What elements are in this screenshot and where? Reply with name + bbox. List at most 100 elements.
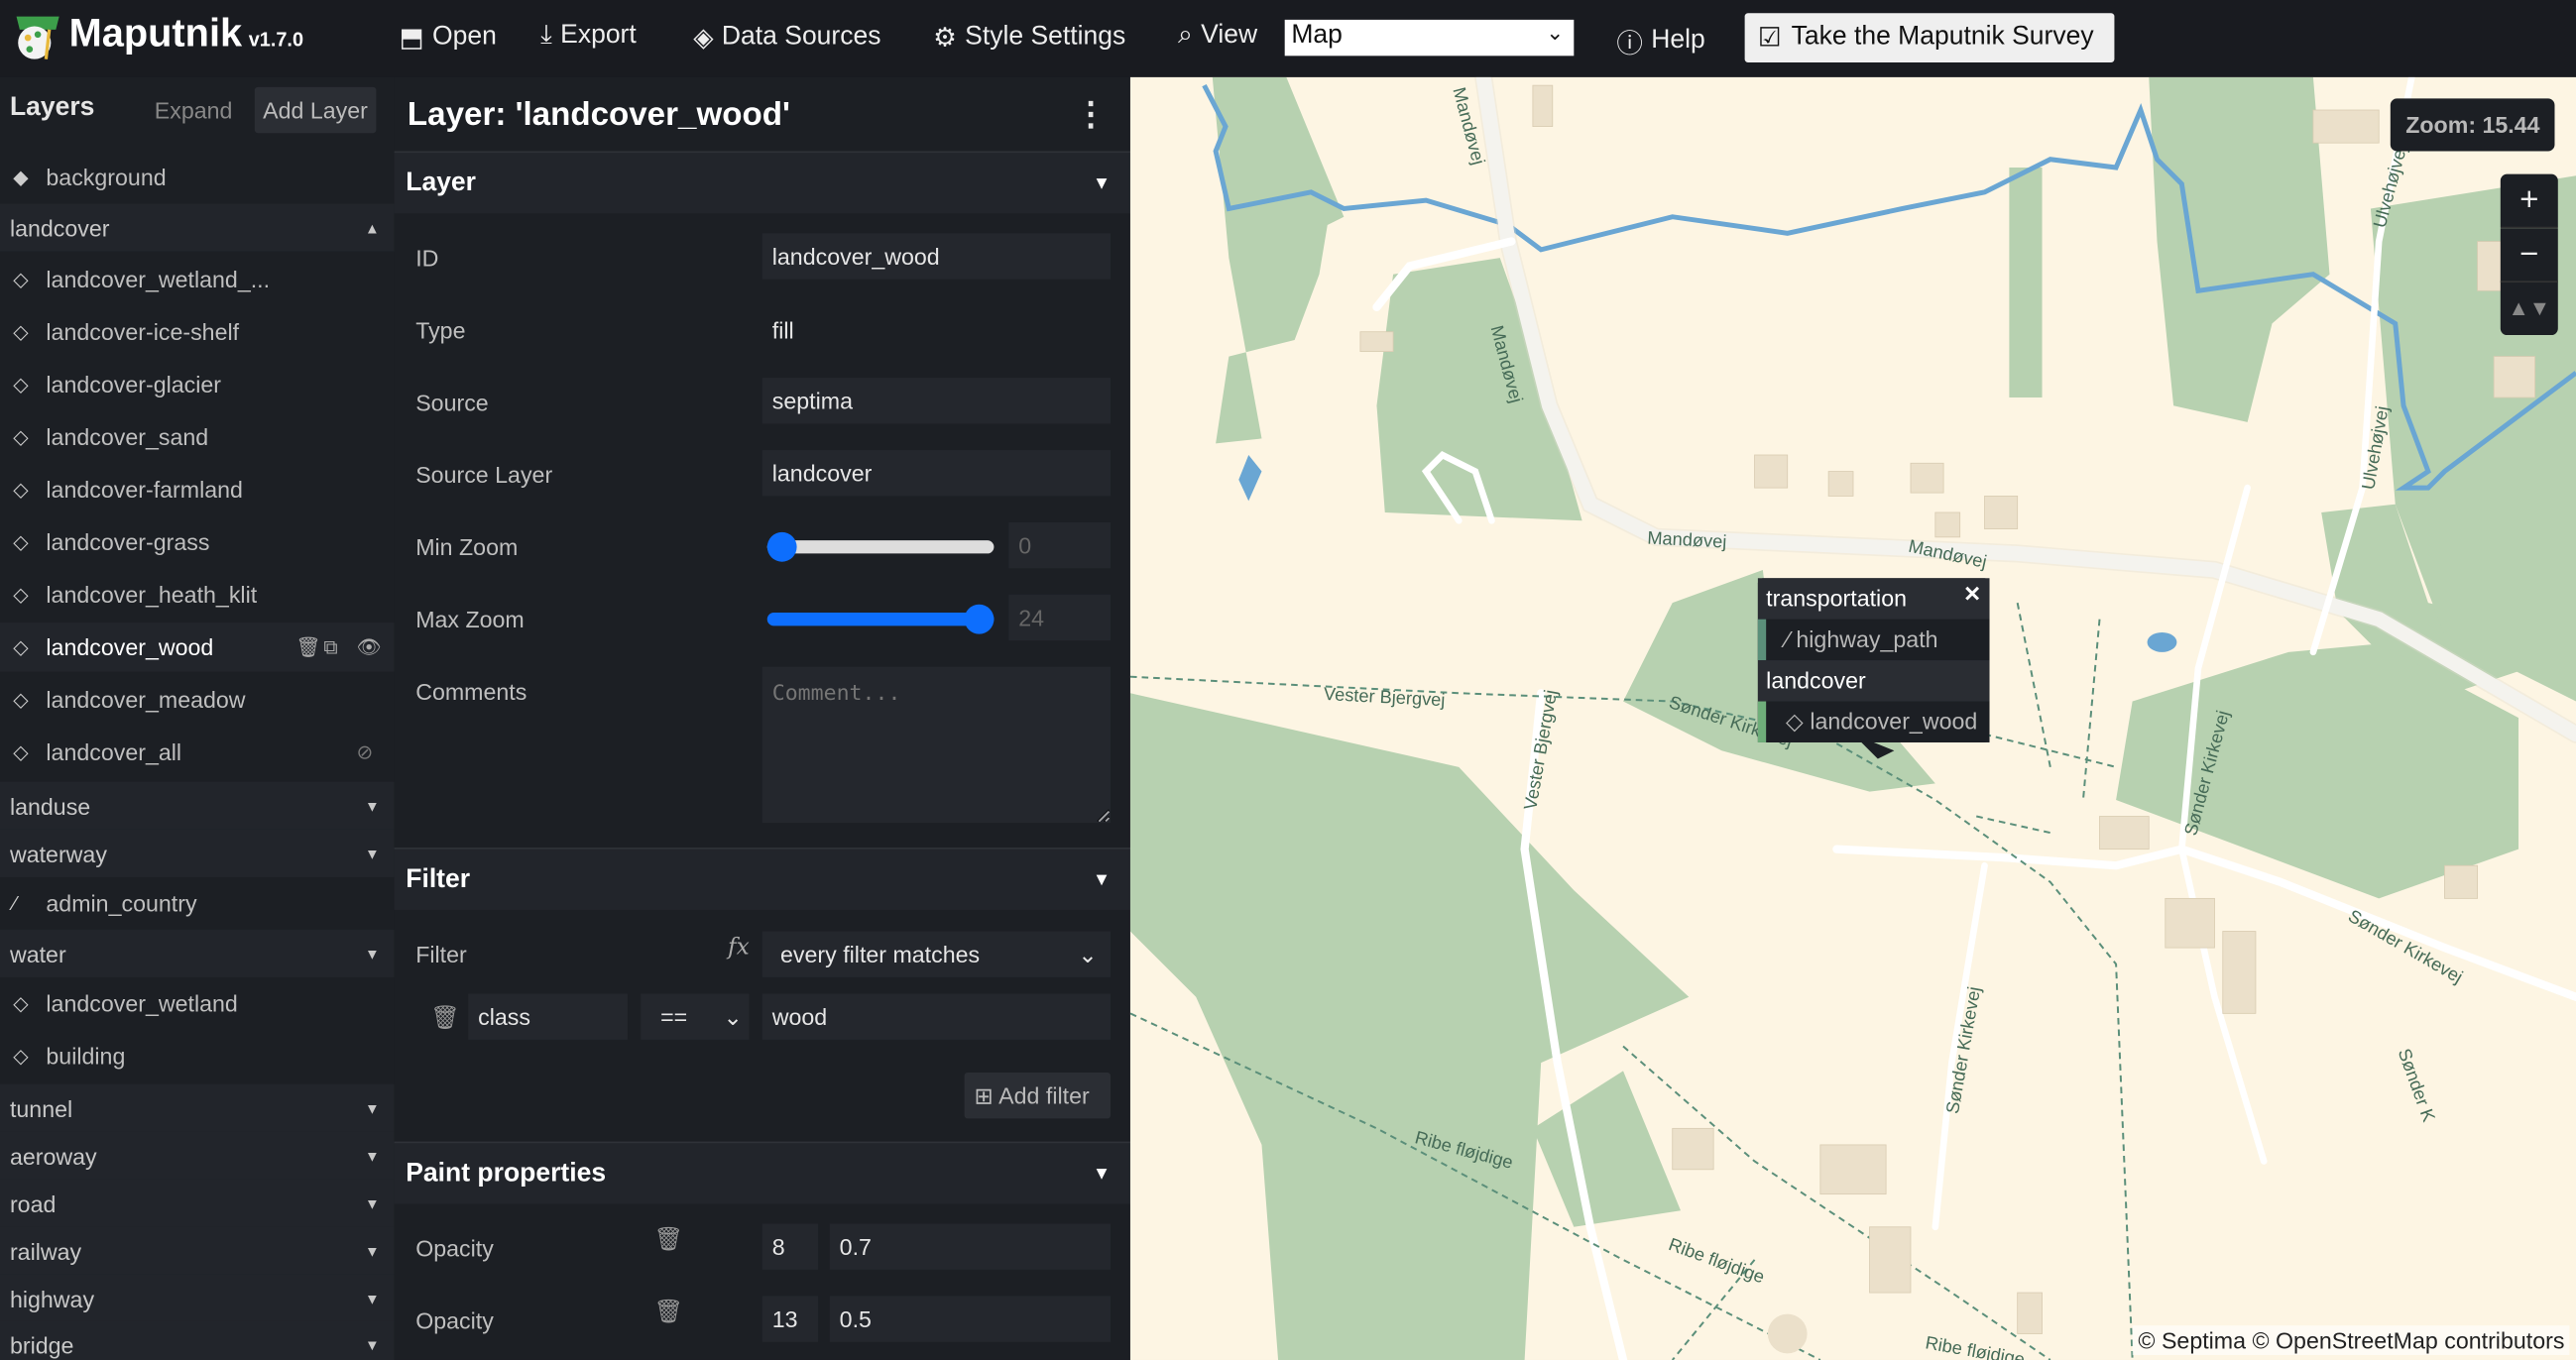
slider-thumb[interactable] [964,604,995,634]
map-attribution[interactable]: © Septima © OpenStreetMap contributors [2133,1325,2570,1356]
layer-group[interactable]: tunnel ▼ [0,1083,395,1134]
layer-item[interactable]: ◆ background [0,153,395,202]
data-sources-button[interactable]: ◈ Data Sources [693,22,880,55]
layer-group[interactable]: landcover ▲ [0,203,395,253]
layer-item[interactable]: ◇ landcover_heath_klit [0,570,395,620]
layer-group[interactable]: landuse ▼ [0,781,395,832]
delete-stop-icon[interactable]: 🗑 [653,1298,682,1325]
section-layer[interactable]: Layer ▼ [394,151,1130,214]
survey-button[interactable]: ☑ Take the Maputnik Survey [1744,13,2115,62]
filter-value-input[interactable]: wood [761,993,1112,1040]
zoom-in-button[interactable]: + [2500,173,2558,229]
source-layer-input[interactable]: landcover [761,450,1112,497]
caret-down-icon[interactable]: ▼ [365,1320,380,1360]
slider-thumb[interactable] [766,531,797,562]
layer-group[interactable]: aeroway ▼ [0,1131,395,1182]
min-zoom-slider[interactable] [766,531,995,562]
more-menu-icon[interactable]: ⋮ [1075,93,1108,134]
open-button[interactable]: ⬒ Open [400,22,497,55]
app-title: Maputnik v1.7.0 [68,11,304,57]
clipboard-check-icon: ☑ [1757,24,1782,54]
layer-item[interactable]: ◇ landcover-grass [0,517,395,567]
layer-group[interactable]: highway ▼ [0,1274,395,1324]
expand-button[interactable]: Expand [146,87,240,133]
layer-label: aeroway [9,1143,97,1170]
filter-mode-select[interactable]: every filter matches ⌄ [761,931,1112,977]
open-icon: ⬒ [399,24,424,54]
layer-item[interactable]: ◇ landcover_all ⊘ [0,728,395,777]
layer-group[interactable]: water ▼ [0,929,395,979]
layer-group[interactable]: waterway ▼ [0,829,395,879]
caret-down-icon[interactable]: ▼ [365,1227,380,1277]
opacity-label: Opacity [415,1306,494,1334]
caret-down-icon[interactable]: ▼ [365,830,380,879]
stop-zoom-input[interactable]: 8 [761,1223,819,1270]
close-icon[interactable]: ✕ [1963,582,1981,609]
export-button[interactable]: ⤓ Export [540,22,637,52]
compass-icon[interactable]: ▲▼ [2500,283,2558,336]
popup-layer-item[interactable]: ⁄ highway_path [1757,619,1990,661]
layer-group[interactable]: bridge ▼ [0,1320,395,1360]
layer-editor: Layer: 'landcover_wood' ⋮ Layer ▼ ID land… [394,76,1130,1360]
caret-up-icon[interactable]: ▲ [365,203,380,253]
layer-item[interactable]: ◇ landcover_wood 🗑 ⧉ 👁 [0,623,395,672]
copy-icon[interactable]: ⧉ [323,623,337,672]
delete-icon[interactable]: 🗑 [295,623,320,672]
fill-layer-icon: ◇ [13,991,29,1016]
popup-group-header: landcover [1757,660,1990,702]
min-zoom-input[interactable]: 0 [1008,521,1112,569]
fill-layer-icon: ◇ [13,320,29,344]
style-settings-button[interactable]: ⚙ Style Settings [933,22,1125,55]
caret-down-icon[interactable]: ▼ [365,1084,380,1134]
layer-group[interactable]: railway ▼ [0,1226,395,1277]
max-zoom-input[interactable]: 24 [1008,594,1112,641]
add-layer-button[interactable]: Add Layer [254,86,377,134]
max-zoom-slider[interactable] [766,604,995,634]
zoom-out-button[interactable]: − [2500,228,2558,283]
popup-layer-item[interactable]: ◇ landcover_wood [1757,701,1990,742]
filter-key-input[interactable]: class [468,993,628,1040]
section-paint-properties[interactable]: Paint properties ▼ [394,1141,1130,1204]
layer-item[interactable]: ◇ landcover-ice-shelf [0,307,395,357]
id-input[interactable]: landcover_wood [761,233,1112,280]
layer-item[interactable]: ◇ landcover_wetland [0,979,395,1029]
opacity-label: Opacity [415,1235,494,1262]
function-icon[interactable]: fx [728,935,750,962]
caret-down-icon[interactable]: ▼ [365,782,380,832]
chevron-down-icon: ⌄ [1078,941,1098,967]
road-label: Mandøvej [1646,528,1727,553]
layer-item[interactable]: ⁄ admin_country [0,878,395,928]
layer-label: landuse [9,793,91,820]
help-button[interactable]: ⓘ Help [1616,22,1704,61]
layer-group[interactable]: road ▼ [0,1179,395,1229]
caret-down-icon[interactable]: ▼ [365,1132,380,1182]
fill-layer-icon: ◇ [13,268,29,291]
caret-down-icon[interactable]: ▼ [365,1180,380,1229]
layer-item[interactable]: ◇ building [0,1032,395,1081]
layer-item[interactable]: ◇ landcover-farmland [0,465,395,514]
layers-title: Layers [9,93,95,122]
delete-filter-icon[interactable]: 🗑 [430,1003,459,1031]
delete-stop-icon[interactable]: 🗑 [653,1225,682,1253]
layer-item[interactable]: ◇ landcover-glacier [0,360,395,409]
layer-item[interactable]: ◇ landcover_wetland_... [0,255,395,304]
filter-operator-select[interactable]: == ⌄ [641,993,750,1040]
caret-down-icon[interactable]: ▼ [365,930,380,979]
fill-layer-icon: ◇ [13,530,29,554]
stop-value-input[interactable]: 0.5 [829,1296,1112,1342]
filter-label: Filter [415,941,467,967]
stop-value-input[interactable]: 0.7 [829,1223,1112,1270]
source-input[interactable]: septima [761,378,1112,424]
min-zoom-label: Min Zoom [415,533,519,561]
view-select[interactable]: Map ⌄ [1284,19,1575,57]
layer-label: water [9,941,66,967]
layer-item[interactable]: ◇ landcover_sand [0,412,395,462]
add-filter-button[interactable]: ⊞ Add filter [964,1073,1112,1119]
eye-icon[interactable]: 👁 [357,623,382,672]
section-filter[interactable]: Filter ▼ [394,848,1130,910]
caret-down-icon[interactable]: ▼ [365,1275,380,1324]
comments-textarea[interactable] [761,666,1112,824]
stop-zoom-input[interactable]: 13 [761,1296,819,1342]
layer-item[interactable]: ◇ landcover_meadow [0,675,395,725]
eye-off-icon[interactable]: ⊘ [357,728,374,777]
